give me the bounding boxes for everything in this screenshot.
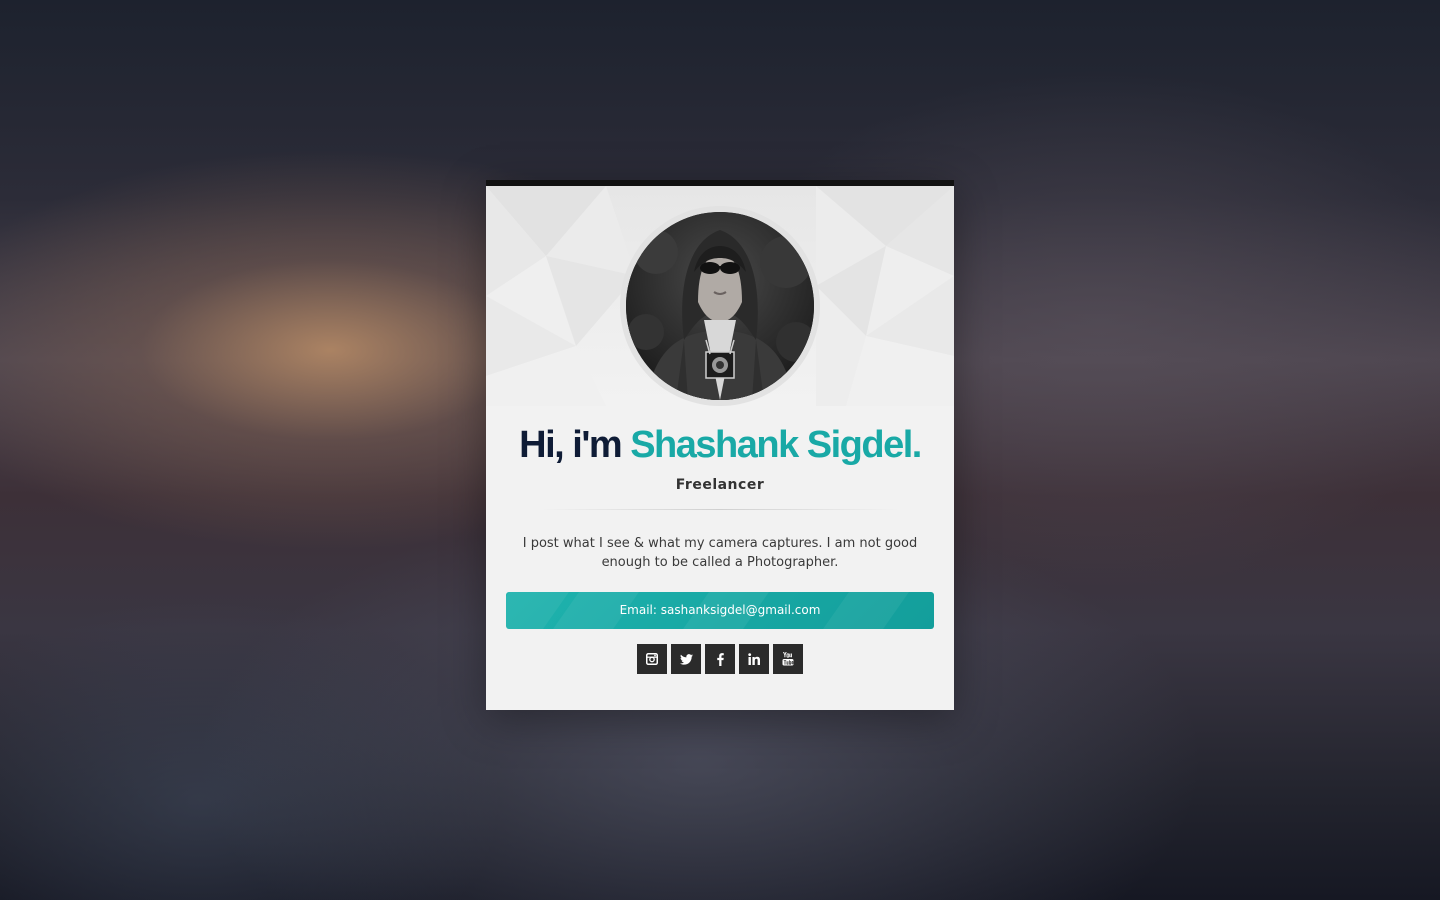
facebook-link[interactable] [705,644,735,674]
instagram-icon [646,653,658,665]
social-links [637,644,803,674]
page-title: Hi, i'm Shashank Sigdel. [486,422,954,468]
divider [540,509,900,510]
profile-card: Hi, i'm Shashank Sigdel. Freelancer I po… [486,180,954,710]
card-header-polygon-background [486,186,954,406]
email-button[interactable]: Email: sashanksigdel@gmail.com [506,592,934,629]
linkedin-link[interactable] [739,644,769,674]
twitter-link[interactable] [671,644,701,674]
profile-bio: I post what I see & what my camera captu… [522,536,918,570]
linkedin-icon [748,653,760,665]
youtube-icon [782,652,794,666]
profile-name: Shashank Sigdel. [630,424,922,466]
profile-photo [626,212,814,400]
twitter-icon [679,653,693,665]
email-button-label: Email: sashanksigdel@gmail.com [619,603,821,617]
instagram-link[interactable] [637,644,667,674]
profile-role: Freelancer [675,477,765,493]
youtube-link[interactable] [773,644,803,674]
greeting-text: Hi, i'm [519,424,631,466]
facebook-icon [716,652,724,666]
